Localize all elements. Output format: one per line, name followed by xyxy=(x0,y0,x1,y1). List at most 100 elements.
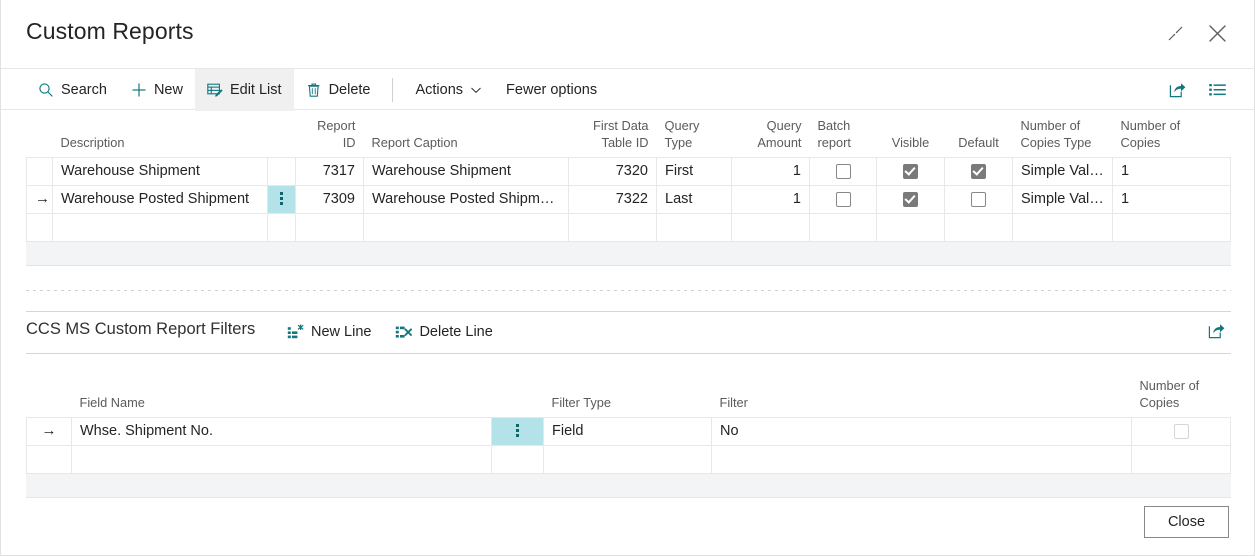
cell-number-of-copies[interactable] xyxy=(1131,416,1231,446)
cell-description[interactable] xyxy=(52,212,268,242)
cell-field-name[interactable] xyxy=(71,444,492,474)
cell-report-caption[interactable]: Warehouse Posted Shipment xyxy=(363,184,569,214)
batch-report-checkbox[interactable] xyxy=(835,163,851,179)
col-default[interactable]: Default xyxy=(945,118,1013,157)
cell-default[interactable] xyxy=(944,156,1013,186)
cell-number-of-copies-type[interactable] xyxy=(1012,212,1113,242)
col-query-amount[interactable]: Query Amount xyxy=(732,118,810,157)
col-batch-report[interactable]: Batch report xyxy=(810,118,877,157)
visible-checkbox[interactable] xyxy=(903,163,918,179)
cell-filter-type[interactable] xyxy=(543,444,712,474)
cell-first-data-table-id[interactable]: 7320 xyxy=(568,156,657,186)
cell-row-menu[interactable] xyxy=(267,156,296,186)
table-row-new[interactable] xyxy=(26,212,1231,242)
row-menu-button[interactable] xyxy=(491,416,544,446)
row-indicator: → xyxy=(26,184,53,214)
table-row[interactable]: Warehouse Shipment 7317 Warehouse Shipme… xyxy=(26,156,1231,186)
col-report-caption[interactable]: Report Caption xyxy=(364,118,569,157)
col-field-name[interactable]: Field Name xyxy=(72,378,492,417)
cell-number-of-copies-type[interactable]: Simple Value xyxy=(1012,156,1113,186)
subpart-title: CCS MS Custom Report Filters xyxy=(26,320,256,338)
batch-report-checkbox[interactable] xyxy=(835,191,851,207)
cell-row-menu[interactable] xyxy=(267,212,296,242)
actions-dropdown[interactable]: Actions xyxy=(403,69,494,111)
col-description[interactable]: Description xyxy=(53,118,268,157)
table-row-new[interactable] xyxy=(26,444,1231,474)
cell-number-of-copies[interactable] xyxy=(1131,444,1231,474)
col-number-of-copies[interactable]: Number of Copies xyxy=(1132,378,1231,417)
cell-description[interactable]: Warehouse Posted Shipment xyxy=(52,184,268,214)
close-button[interactable]: Close xyxy=(1144,506,1229,538)
col-filter-type[interactable]: Filter Type xyxy=(544,378,712,417)
cell-query-type[interactable]: Last xyxy=(656,184,732,214)
search-button[interactable]: Search xyxy=(26,69,119,111)
list-view-icon[interactable] xyxy=(1205,78,1229,102)
cell-first-data-table-id[interactable]: 7322 xyxy=(568,184,657,214)
cell-query-amount[interactable]: 1 xyxy=(731,184,810,214)
table-row[interactable]: → Warehouse Posted Shipment 7309 Warehou… xyxy=(26,184,1231,214)
selected-row-arrow-icon: → xyxy=(35,190,50,208)
new-label: New xyxy=(153,82,183,98)
close-icon[interactable] xyxy=(1202,19,1232,47)
delete-line-label: Delete Line xyxy=(419,324,493,340)
cell-batch-report[interactable] xyxy=(809,212,877,242)
cell-filter[interactable] xyxy=(711,444,1132,474)
cell-report-id[interactable]: 7317 xyxy=(295,156,364,186)
visible-checkbox[interactable] xyxy=(903,191,918,207)
fewer-options-button[interactable]: Fewer options xyxy=(494,69,609,111)
cell-filter-type[interactable]: Field xyxy=(543,416,712,446)
cell-number-of-copies-type[interactable]: Simple Value xyxy=(1012,184,1113,214)
cell-report-id[interactable] xyxy=(295,212,364,242)
subpart-share-button[interactable] xyxy=(1207,322,1226,346)
cell-report-caption[interactable] xyxy=(363,212,569,242)
cell-query-type[interactable]: First xyxy=(656,156,732,186)
new-line-icon xyxy=(287,324,304,340)
new-line-button[interactable]: New Line xyxy=(275,324,383,340)
cell-description[interactable]: Warehouse Shipment xyxy=(52,156,268,186)
cell-visible[interactable] xyxy=(876,156,945,186)
cell-default[interactable] xyxy=(944,212,1013,242)
edit-list-button[interactable]: Edit List xyxy=(194,69,294,111)
cell-batch-report[interactable] xyxy=(809,156,877,186)
cell-query-amount[interactable]: 1 xyxy=(731,156,810,186)
col-filter[interactable]: Filter xyxy=(712,378,1132,417)
subgrid-header: Field Name Filter Type Filter Number of … xyxy=(27,378,1231,417)
share-icon[interactable] xyxy=(1165,78,1189,102)
row-indicator xyxy=(26,212,53,242)
col-first-data-table-id[interactable]: First Data Table ID xyxy=(569,118,657,157)
cell-filter[interactable]: No xyxy=(711,416,1132,446)
command-bar-left: Search New Edit List Delete Actions Fewe… xyxy=(26,69,609,111)
cell-batch-report[interactable] xyxy=(809,184,877,214)
number-of-copies-checkbox[interactable] xyxy=(1173,423,1189,439)
delete-button[interactable]: Delete xyxy=(294,69,383,111)
cell-report-id[interactable]: 7309 xyxy=(295,184,364,214)
section-bottom-divider xyxy=(26,353,1231,354)
col-visible[interactable]: Visible xyxy=(877,118,945,157)
default-checkbox[interactable] xyxy=(971,163,986,179)
col-number-of-copies-type[interactable]: Number of Copies Type xyxy=(1013,118,1113,157)
new-button[interactable]: New xyxy=(119,69,195,111)
cell-number-of-copies[interactable]: 1 xyxy=(1112,184,1231,214)
shrink-icon[interactable] xyxy=(1160,19,1190,47)
cell-report-caption[interactable]: Warehouse Shipment xyxy=(363,156,569,186)
subpart-command-bar: CCS MS Custom Report Filters New Line De… xyxy=(1,311,1254,353)
col-report-id[interactable]: Report ID xyxy=(296,118,364,157)
col-query-type[interactable]: Query Type xyxy=(657,118,732,157)
delete-line-button[interactable]: Delete Line xyxy=(383,324,504,340)
row-menu-button[interactable] xyxy=(267,184,296,214)
cell-default[interactable] xyxy=(944,184,1013,214)
default-checkbox[interactable] xyxy=(971,191,986,207)
col-number-of-copies[interactable]: Number of Copies xyxy=(1113,118,1231,157)
vertical-dots-icon xyxy=(516,420,519,439)
cell-field-name[interactable]: Whse. Shipment No. xyxy=(71,416,492,446)
cell-first-data-table-id[interactable] xyxy=(568,212,657,242)
cell-visible[interactable] xyxy=(876,212,945,242)
cell-query-amount[interactable] xyxy=(731,212,810,242)
edit-list-icon xyxy=(207,82,223,98)
cell-number-of-copies[interactable] xyxy=(1112,212,1231,242)
cell-query-type[interactable] xyxy=(656,212,732,242)
table-row[interactable]: → Whse. Shipment No. Field No xyxy=(26,416,1231,446)
cell-number-of-copies[interactable]: 1 xyxy=(1112,156,1231,186)
cell-visible[interactable] xyxy=(876,184,945,214)
cell-row-menu[interactable] xyxy=(491,444,544,474)
